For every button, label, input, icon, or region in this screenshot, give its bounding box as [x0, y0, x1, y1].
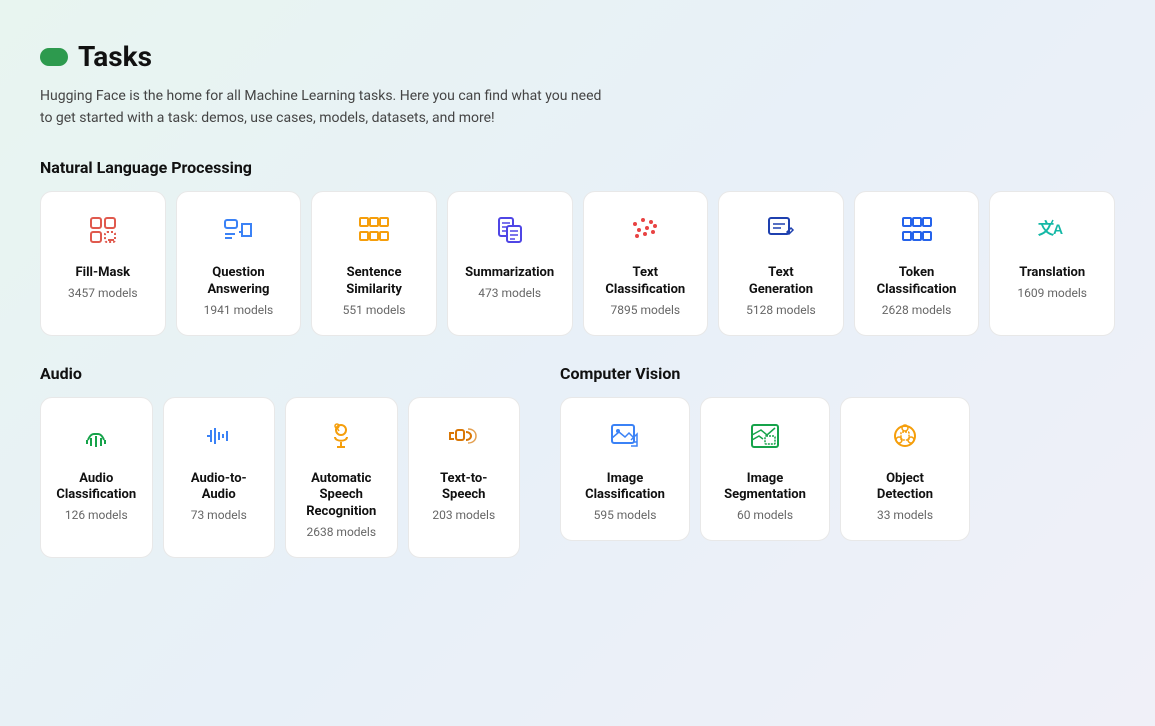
nlp-section-title: Natural Language Processing: [40, 158, 1115, 177]
card-sentence-similarity[interactable]: Sentence Similarity 551 models: [311, 191, 437, 336]
image-classification-name: Image Classification: [577, 471, 673, 505]
audio-classification-count: 126 models: [65, 508, 128, 522]
text-generation-count: 5128 models: [746, 303, 816, 317]
card-token-classification[interactable]: Token Classification 2628 models: [854, 191, 980, 336]
audio-section-title: Audio: [40, 364, 520, 383]
token-classification-name: Token Classification: [871, 265, 963, 299]
summarization-icon: [494, 214, 526, 251]
card-tts[interactable]: Text-to-Speech 203 models: [408, 397, 521, 559]
card-audio-to-audio[interactable]: Audio-to-Audio 73 models: [163, 397, 276, 559]
fill-mask-count: 3457 models: [68, 286, 138, 300]
card-text-generation[interactable]: Text Generation 5128 models: [718, 191, 844, 336]
card-summarization[interactable]: Summarization 473 models: [447, 191, 573, 336]
audio-to-audio-icon: [203, 420, 235, 457]
asr-name: Automatic Speech Recognition: [302, 471, 381, 522]
image-segmentation-icon: [749, 420, 781, 457]
card-image-segmentation[interactable]: Image Segmentation 60 models: [700, 397, 830, 542]
cv-cards-row: Image Classification 595 models Image Seg…: [560, 397, 1115, 542]
token-classification-count: 2628 models: [882, 303, 952, 317]
page-header: Tasks: [40, 40, 1115, 73]
image-classification-count: 595 models: [594, 508, 657, 522]
fill-mask-icon: [87, 214, 119, 251]
image-classification-icon: [609, 420, 641, 457]
translation-name: Translation: [1019, 265, 1085, 282]
card-translation[interactable]: 文 A Translation 1609 models: [989, 191, 1115, 336]
text-classification-icon: [629, 214, 661, 251]
audio-cards-row: Audio Classification 126 models Audio-to-…: [40, 397, 520, 559]
card-fill-mask[interactable]: Fill-Mask 3457 models: [40, 191, 166, 336]
card-question-answering[interactable]: Question Answering 1941 models: [176, 191, 302, 336]
nlp-section: Natural Language Processing Fill-Mask 345…: [40, 158, 1115, 336]
image-segmentation-name: Image Segmentation: [717, 471, 813, 505]
object-detection-icon: [889, 420, 921, 457]
card-audio-classification[interactable]: Audio Classification 126 models: [40, 397, 153, 559]
translation-icon: 文 A: [1036, 214, 1068, 251]
sentence-similarity-count: 551 models: [343, 303, 406, 317]
translation-count: 1609 models: [1017, 286, 1087, 300]
audio-to-audio-count: 73 models: [191, 508, 247, 522]
status-dot: [40, 48, 68, 66]
cv-section: Computer Vision Image Classification 595 …: [560, 364, 1115, 587]
tts-count: 203 models: [432, 508, 495, 522]
object-detection-name: Object Detection: [857, 471, 953, 505]
nlp-cards-row: Fill-Mask 3457 models Question Answering 1…: [40, 191, 1115, 336]
card-text-classification[interactable]: Text Classification 7895 models: [583, 191, 709, 336]
image-segmentation-count: 60 models: [737, 508, 793, 522]
audio-classification-name: Audio Classification: [56, 471, 136, 505]
text-generation-icon: [765, 214, 797, 251]
sentence-similarity-icon: [358, 214, 390, 251]
question-answering-icon: [222, 214, 254, 251]
audio-classification-icon: [80, 420, 112, 457]
text-classification-count: 7895 models: [611, 303, 681, 317]
question-answering-name: Question Answering: [193, 265, 285, 299]
page-title: Tasks: [78, 40, 152, 73]
text-generation-name: Text Generation: [735, 265, 827, 299]
page-description: Hugging Face is the home for all Machine…: [40, 85, 1115, 130]
cv-section-title: Computer Vision: [560, 364, 1115, 383]
tts-name: Text-to-Speech: [425, 471, 504, 505]
bottom-sections: Audio Audio Classification 126 models Aud…: [40, 364, 1115, 587]
card-asr[interactable]: Automatic Speech Recognition 2638 models: [285, 397, 398, 559]
object-detection-count: 33 models: [877, 508, 933, 522]
token-classification-icon: [901, 214, 933, 251]
audio-section: Audio Audio Classification 126 models Aud…: [40, 364, 520, 587]
text-classification-name: Text Classification: [600, 265, 692, 299]
card-image-classification[interactable]: Image Classification 595 models: [560, 397, 690, 542]
card-object-detection[interactable]: Object Detection 33 models: [840, 397, 970, 542]
asr-count: 2638 models: [306, 525, 376, 539]
fill-mask-name: Fill-Mask: [76, 265, 131, 282]
svg-text:A: A: [1053, 221, 1063, 237]
question-answering-count: 1941 models: [204, 303, 274, 317]
asr-icon: [325, 420, 357, 457]
tts-icon: [448, 420, 480, 457]
summarization-count: 473 models: [478, 286, 541, 300]
summarization-name: Summarization: [465, 265, 554, 282]
audio-to-audio-name: Audio-to-Audio: [180, 471, 259, 505]
sentence-similarity-name: Sentence Similarity: [328, 265, 420, 299]
